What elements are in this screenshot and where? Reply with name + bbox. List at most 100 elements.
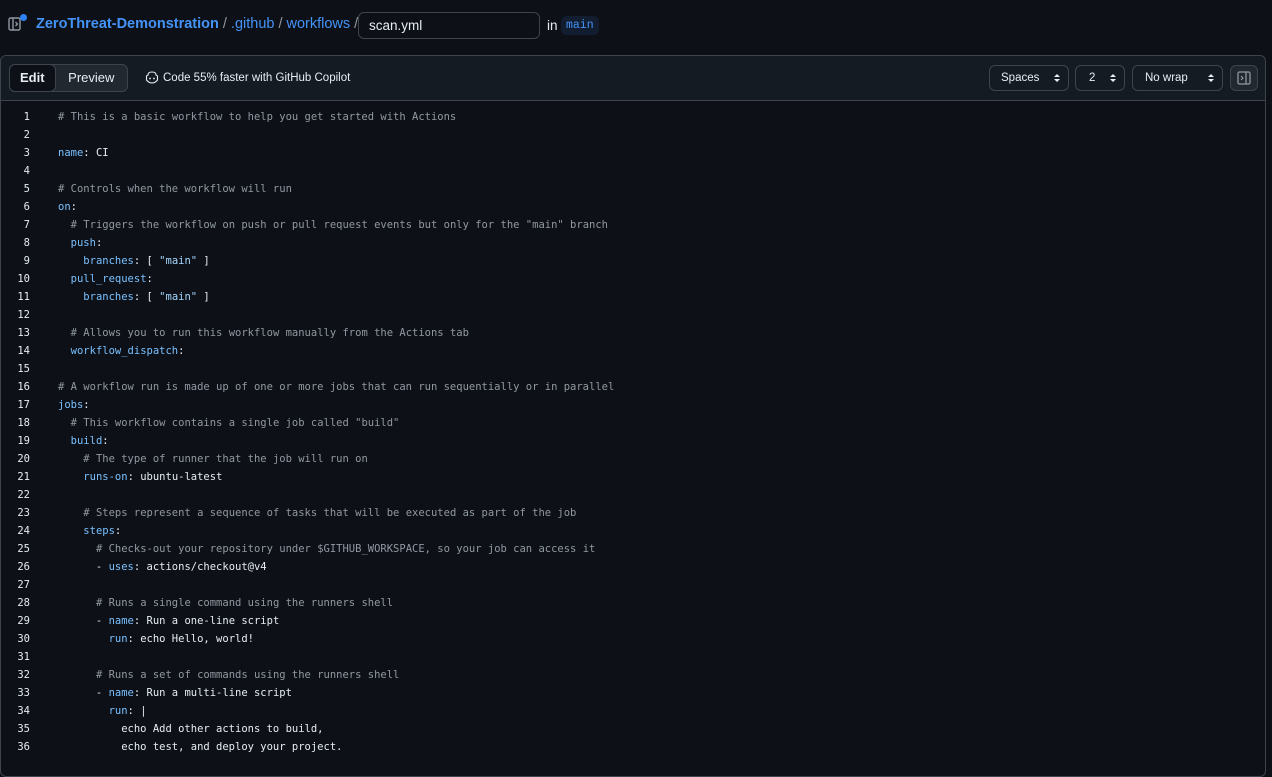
breadcrumb-folder-workflows[interactable]: workflows [287,16,351,32]
line-number: 3 [23,147,30,159]
code-line[interactable]: 27 [1,576,1265,594]
code-line[interactable]: 21 runs-on: ubuntu-latest [1,468,1265,486]
code-line[interactable]: 4 [1,162,1265,180]
line-text: name: CI [30,144,109,162]
code-token: name [58,147,84,159]
line-text: run: | [30,702,147,720]
code-token: echo Add other actions to build, [58,723,324,735]
side-panel-icon [1237,71,1251,85]
toggle-side-panel-button[interactable] [1230,65,1258,91]
code-editor-content[interactable]: 1 # This is a basic workflow to help you … [1,108,1265,756]
code-line[interactable]: 32 # Runs a set of commands using the ru… [1,666,1265,684]
select-arrows-icon [1110,74,1116,82]
code-token: # This is a basic workflow to help you g… [58,111,457,123]
line-text: # Steps represent a sequence of tasks th… [30,504,576,522]
line-text: runs-on: ubuntu-latest [30,468,222,486]
code-token: uses [108,561,134,573]
indent-size-select[interactable]: 2 [1075,65,1125,91]
code-line[interactable]: 3 name: CI [1,144,1265,162]
line-number: 35 [17,723,30,735]
select-arrows-icon [1208,74,1214,82]
code-token: name [108,687,134,699]
code-line[interactable]: 26 - uses: actions/checkout@v4 [1,558,1265,576]
code-token: : [ [133,291,160,303]
breadcrumb-repo-link[interactable]: ZeroThreat-Demonstration [36,16,219,32]
line-text: # The type of runner that the job will r… [30,450,367,468]
code-token: : | [127,705,147,717]
code-line[interactable]: 15 [1,360,1265,378]
code-line[interactable]: 2 [1,126,1265,144]
code-token: # Runs a set of commands using the runne… [95,669,400,681]
code-token: ] [197,255,210,267]
copilot-promo-link[interactable]: Code 55% faster with GitHub Copilot [145,71,350,84]
code-line[interactable]: 30 run: echo Hello, world! [1,630,1265,648]
code-line[interactable]: 36 echo test, and deploy your project. [1,738,1265,756]
indent-mode-value: Spaces [1001,72,1040,84]
code-token: # Checks-out your repository under $GITH… [95,543,596,555]
code-line[interactable]: 1 # This is a basic workflow to help you … [1,108,1265,126]
code-line[interactable]: 6 on: [1,198,1265,216]
line-text: # Allows you to run this workflow manual… [30,324,469,342]
code-token: run [108,705,128,717]
code-line[interactable]: 13 # Allows you to run this workflow man… [1,324,1265,342]
code-line[interactable]: 25 # Checks-out your repository under $G… [1,540,1265,558]
code-token: name [108,615,134,627]
breadcrumb-folder-github[interactable]: .github [231,16,275,32]
breadcrumb: ZeroThreat-Demonstration / .github / wor… [36,16,362,32]
code-token: : Run a multi-line script [133,687,292,699]
tab-preview[interactable]: Preview [56,65,127,91]
breadcrumb-separator: / [278,16,283,32]
code-line[interactable]: 9 branches: [ "main" ] [1,252,1265,270]
line-text: echo test, and deploy your project. [30,738,342,756]
code-line[interactable]: 28 # Runs a single command using the run… [1,594,1265,612]
code-line[interactable]: 29 - name: Run a one-line script [1,612,1265,630]
code-token: : [95,237,103,249]
code-line[interactable]: 35 echo Add other actions to build, [1,720,1265,738]
code-line[interactable]: 31 [1,648,1265,666]
notification-dot-icon [20,14,27,21]
line-text: echo Add other actions to build, [30,720,324,738]
line-number: 14 [17,345,30,357]
code-line[interactable]: 17 jobs: [1,396,1265,414]
branch-name-badge[interactable]: main [561,16,599,35]
code-line[interactable]: 5 # Controls when the workflow will run [1,180,1265,198]
file-tree-toggle-icon[interactable] [8,14,27,34]
code-token: ] [197,291,210,303]
code-line[interactable]: 23 # Steps represent a sequence of tasks… [1,504,1265,522]
tab-edit[interactable]: Edit [9,64,56,92]
code-line[interactable]: 33 - name: Run a multi-line script [1,684,1265,702]
indent-mode-select[interactable]: Spaces [989,65,1069,91]
branch-in-label: in [547,18,558,33]
code-line[interactable]: 16 # A workflow run is made up of one or … [1,378,1265,396]
code-line[interactable]: 24 steps: [1,522,1265,540]
code-line[interactable]: 34 run: | [1,702,1265,720]
wrap-mode-select[interactable]: No wrap [1132,65,1223,91]
code-token: : Run a one-line script [133,615,280,627]
code-line[interactable]: 12 [1,306,1265,324]
code-line[interactable]: 7 # Triggers the workflow on push or pul… [1,216,1265,234]
code-line[interactable]: 18 # This workflow contains a single job… [1,414,1265,432]
line-number: 29 [17,615,30,627]
line-text [30,576,58,594]
line-number: 28 [17,597,30,609]
filename-input[interactable] [358,12,540,39]
code-line[interactable]: 19 build: [1,432,1265,450]
line-text: # Checks-out your repository under $GITH… [30,540,595,558]
code-line[interactable]: 11 branches: [ "main" ] [1,288,1265,306]
code-token: "main" [159,291,198,303]
code-line[interactable]: 14 workflow_dispatch: [1,342,1265,360]
code-line[interactable]: 22 [1,486,1265,504]
code-line[interactable]: 10 pull_request: [1,270,1265,288]
code-line[interactable]: 20 # The type of runner that the job wil… [1,450,1265,468]
code-line[interactable]: 8 push: [1,234,1265,252]
editor-toolbar: Edit Preview Code 55% faster with GitHub… [1,56,1265,101]
line-text [30,360,58,378]
code-token: : [70,201,77,213]
